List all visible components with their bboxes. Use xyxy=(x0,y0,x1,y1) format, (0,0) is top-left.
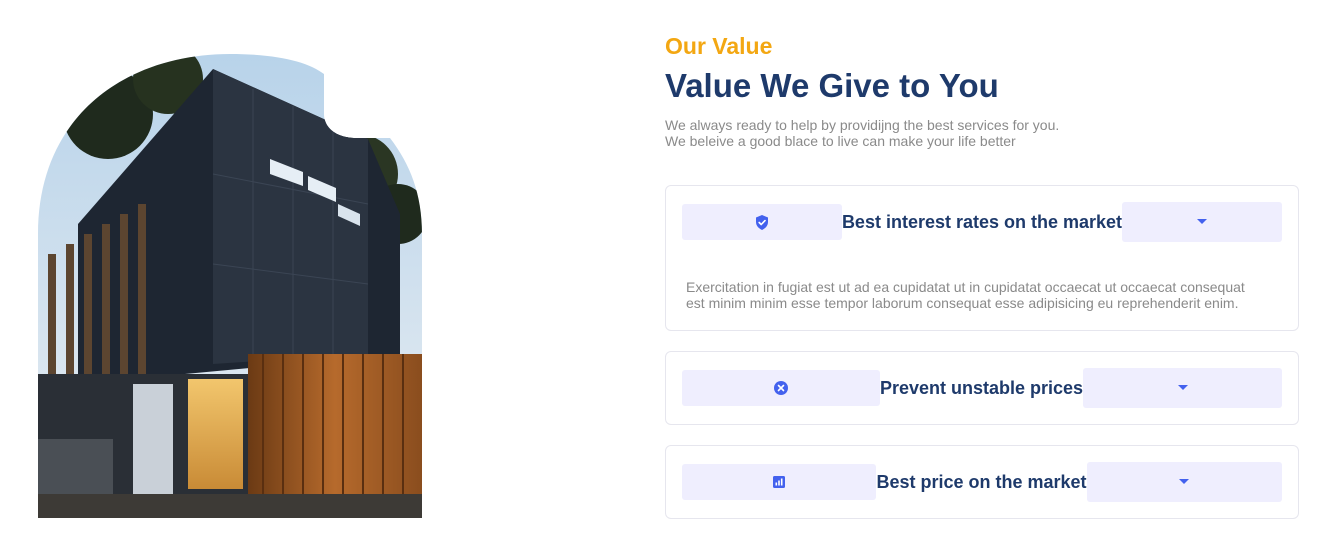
value-section: Our Value Value We Give to You We always… xyxy=(0,0,1330,545)
accordion-icon-box xyxy=(682,464,877,500)
accordion-body: Exercitation in fugiat est ut ad ea cupi… xyxy=(686,279,1245,311)
section-title: Value We Give to You xyxy=(665,67,999,104)
accordion-title: Best price on the market xyxy=(876,471,1087,492)
accordion-toggle[interactable] xyxy=(1083,368,1282,408)
accordion-toggle[interactable] xyxy=(1086,462,1282,502)
accordion-icon-box xyxy=(682,204,842,240)
section-eyebrow: Our Value xyxy=(665,33,773,59)
accordion-item-interest-rates: Best interest rates on the market Exerci… xyxy=(665,185,1299,331)
accordion-title: Best interest rates on the market xyxy=(841,211,1123,232)
subtitle-line: We always ready to help by providijng th… xyxy=(665,117,1060,133)
accordion-item-unstable-prices: Prevent unstable prices xyxy=(665,351,1299,425)
subtitle-line: We beleive a good blace to live can make… xyxy=(665,133,1016,149)
caret-down-icon xyxy=(1177,385,1188,391)
accordion-icon-box xyxy=(682,370,880,406)
section-subtitle: We always ready to help by providijng th… xyxy=(665,117,1299,149)
accordion-title: Prevent unstable prices xyxy=(879,377,1084,398)
accordion-header[interactable]: Best interest rates on the market xyxy=(682,202,1282,242)
house-photo xyxy=(38,54,422,518)
bar-chart-icon xyxy=(773,476,786,488)
caret-down-icon xyxy=(1179,479,1190,485)
shield-check-icon xyxy=(755,214,769,230)
accordion-header[interactable]: Best price on the market xyxy=(682,462,1282,502)
caret-down-icon xyxy=(1197,219,1208,225)
accordion-toggle[interactable] xyxy=(1122,202,1282,242)
accordion-header[interactable]: Prevent unstable prices xyxy=(682,368,1282,408)
accordion-item-best-price: Best price on the market xyxy=(665,445,1299,519)
x-circle-icon xyxy=(773,381,788,395)
section-header: Our Value Value We Give to You We always… xyxy=(665,32,1299,149)
